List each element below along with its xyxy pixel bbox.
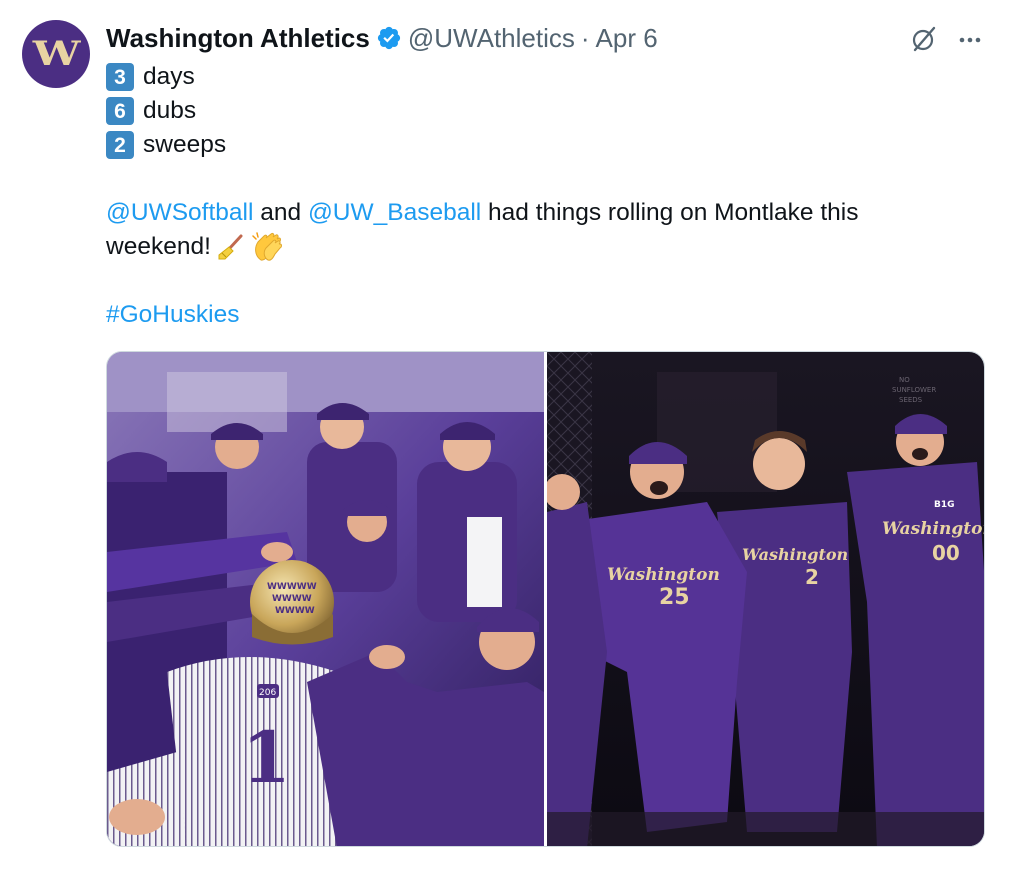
svg-text:206: 206 bbox=[259, 688, 276, 698]
more-options-button[interactable] bbox=[952, 22, 988, 56]
svg-text:SEEDS: SEEDS bbox=[899, 396, 923, 404]
author-name[interactable]: Washington Athletics bbox=[106, 23, 370, 54]
jersey-number: 1 bbox=[242, 716, 291, 799]
mention-uwsoftball-link[interactable]: @UWSoftball bbox=[106, 196, 253, 230]
more-icon bbox=[959, 37, 981, 43]
svg-text:B1G: B1G bbox=[934, 500, 955, 510]
svg-text:NO: NO bbox=[899, 376, 910, 384]
softball-team-photo[interactable]: NO SUNFLOWER SEEDS Washington 00 B1G Was… bbox=[547, 352, 985, 846]
svg-text:00: 00 bbox=[932, 541, 960, 565]
svg-text:Washington: Washington bbox=[607, 565, 720, 585]
media-grid: 1 206 WWWWW WWWW WWWW NO SUNFLOWER SEEDS… bbox=[106, 351, 985, 847]
svg-text:WWWW: WWWW bbox=[272, 594, 312, 604]
sentence-end-text: weekend! bbox=[106, 233, 211, 260]
sentence-line: @UWSoftball and @UW_Baseball had things … bbox=[106, 196, 986, 230]
sentence-line: weekend! bbox=[106, 230, 986, 264]
hashtag-gohuskies-link[interactable]: #GoHuskies bbox=[106, 298, 239, 332]
verified-badge-icon[interactable] bbox=[376, 25, 402, 51]
baseball-dugout-photo[interactable]: 1 206 WWWWW WWWW WWWW bbox=[107, 352, 544, 846]
separator-dot: · bbox=[580, 22, 590, 53]
keycap-3-emoji: 3 bbox=[106, 63, 134, 91]
list-item: 6 dubs bbox=[106, 94, 986, 128]
hashtag-line: #GoHuskies bbox=[106, 298, 986, 332]
author-handle[interactable]: @UWAthletics bbox=[408, 23, 575, 54]
list-item-text: sweeps bbox=[143, 131, 227, 158]
svg-text:25: 25 bbox=[659, 585, 690, 610]
tweet[interactable]: W Washington Athletics @UWAthletics · Ap… bbox=[0, 0, 1010, 870]
list-item: 2 sweeps bbox=[106, 128, 986, 162]
tweet-text: 3 days 6 dubs 2 sweeps @UWSoftball and @… bbox=[106, 60, 986, 332]
svg-text:WWWWW: WWWWW bbox=[267, 582, 317, 592]
list-item-text: dubs bbox=[143, 97, 197, 124]
connector-text: and bbox=[260, 199, 302, 226]
svg-text:2: 2 bbox=[805, 565, 819, 589]
grok-icon bbox=[912, 26, 936, 52]
list-item-text: days bbox=[143, 63, 195, 90]
svg-text:SUNFLOWER: SUNFLOWER bbox=[892, 386, 936, 394]
clapping-hands-emoji bbox=[252, 232, 282, 261]
sentence-text: had things rolling on Montlake this bbox=[488, 199, 859, 226]
keycap-6-emoji: 6 bbox=[106, 97, 134, 125]
svg-text:WWWW: WWWW bbox=[275, 606, 315, 616]
tweet-date[interactable]: Apr 6 bbox=[596, 23, 658, 54]
grok-button[interactable] bbox=[906, 22, 942, 56]
svg-text:Washington: Washington bbox=[882, 519, 985, 539]
avatar[interactable]: W bbox=[22, 20, 90, 88]
mention-uwbaseball-link[interactable]: @UW_Baseball bbox=[308, 196, 481, 230]
keycap-2-emoji: 2 bbox=[106, 131, 134, 159]
svg-text:Washington: Washington bbox=[742, 545, 848, 564]
avatar-logo: W bbox=[32, 34, 81, 74]
broom-emoji bbox=[218, 234, 243, 260]
list-item: 3 days bbox=[106, 60, 986, 94]
tweet-header: Washington Athletics @UWAthletics · Apr … bbox=[106, 22, 658, 54]
